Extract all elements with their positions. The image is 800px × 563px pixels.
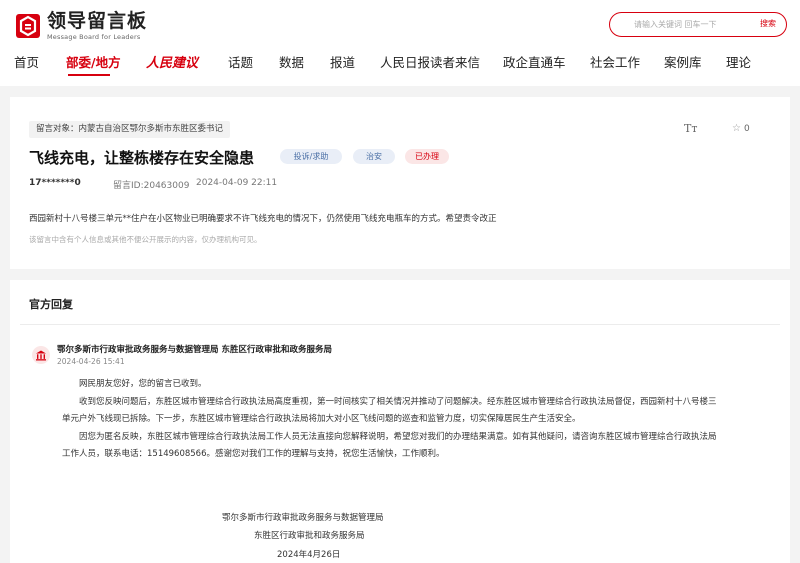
nav-gov-enterprise[interactable]: 政企直通车	[503, 52, 566, 71]
status-badge: 已办理	[405, 149, 449, 164]
reply-paragraph: 网民朋友您好，您的留言已收到。	[79, 379, 207, 389]
search-input[interactable]	[634, 16, 754, 33]
nav-reader-letters[interactable]: 人民日报读者来信	[380, 52, 480, 71]
reply-org: 鄂尔多斯市行政审批政务服务与数据管理局 东胜区行政审批和政务服务局	[57, 345, 332, 355]
message-title: 飞线充电，让整栋楼存在安全隐患	[29, 149, 255, 167]
message-card: 留言对象：内蒙古自治区鄂尔多斯市东胜区委书记 飞线充电，让整栋楼存在安全隐患 投…	[10, 97, 790, 269]
reply-time: 2024-04-26 15:41	[57, 357, 125, 366]
nav-people-suggestions[interactable]: 人民建议	[146, 52, 198, 71]
message-id: 留言ID:20463009	[113, 181, 190, 191]
favorite-button[interactable]: ☆ 0	[732, 123, 750, 134]
nav-reports[interactable]: 报道	[330, 52, 355, 71]
signature-org-2: 东胜区行政审批和政务服务局	[254, 531, 365, 541]
nav-topics[interactable]: 话题	[228, 52, 253, 71]
reply-heading: 官方回复	[29, 298, 73, 311]
reply-card: 官方回复 鄂尔多斯市行政审批政务服务与数据管理局 东胜区行政审批和政务服务局 2…	[10, 280, 790, 563]
reply-body: 网民朋友您好，您的留言已收到。 收到您反映问题后，东胜区城市管理综合行政执法局高…	[62, 376, 722, 464]
nav-active-indicator	[68, 74, 110, 76]
nav-social-work[interactable]: 社会工作	[590, 52, 640, 71]
reply-paragraph: 收到您反映问题后，东胜区城市管理综合行政执法局高度重视，第一时间核实了相关情况并…	[62, 396, 717, 425]
logo-icon	[15, 13, 41, 39]
search-button[interactable]: 搜索	[760, 18, 776, 29]
nav-data[interactable]: 数据	[279, 52, 304, 71]
star-icon: ☆	[732, 123, 741, 134]
tag-type[interactable]: 投诉/求助	[280, 149, 342, 164]
message-time: 2024-04-09 22:11	[196, 178, 278, 188]
search-box: 搜索	[609, 12, 787, 37]
nav-ministries-local[interactable]: 部委/地方	[66, 52, 121, 71]
site-header: 领导留言板 Message Board for Leaders 搜索 首页 部委…	[0, 0, 800, 86]
signature-date: 2024年4月26日	[277, 550, 341, 560]
nav-theory[interactable]: 理论	[726, 52, 751, 71]
message-target: 留言对象：内蒙古自治区鄂尔多斯市东胜区委书记	[29, 121, 231, 138]
government-building-icon	[32, 346, 50, 364]
nav-case-library[interactable]: 案例库	[664, 52, 702, 71]
signature-org-1: 鄂尔多斯市行政审批政务服务与数据管理局	[222, 513, 384, 523]
site-logo[interactable]: 领导留言板 Message Board for Leaders	[15, 9, 147, 43]
message-privacy-note: 该留言中含有个人信息或其他不便公开展示的内容，仅办理机构可见。	[29, 235, 262, 244]
nav-home[interactable]: 首页	[14, 52, 39, 71]
reply-paragraph: 因您为匿名反映，东胜区城市管理综合行政执法局工作人员无法直接向您解释说明，希望您…	[62, 431, 717, 460]
main-nav: 首页 部委/地方 人民建议 话题 数据 报道 人民日报读者来信 政企直通车 社会…	[0, 52, 800, 78]
message-body: 西园新村十八号楼三单元**住户在小区物业已明确要求不许飞线充电的情况下，仍然使用…	[29, 214, 497, 224]
divider	[20, 324, 780, 325]
tag-area[interactable]: 治安	[353, 149, 395, 164]
favorite-count: 0	[743, 123, 750, 134]
logo-title: 领导留言板	[47, 9, 148, 32]
message-user: 17*******0	[29, 178, 81, 188]
font-size-icon[interactable]: Tт	[684, 122, 697, 135]
logo-subtitle: Message Board for Leaders	[47, 32, 141, 41]
